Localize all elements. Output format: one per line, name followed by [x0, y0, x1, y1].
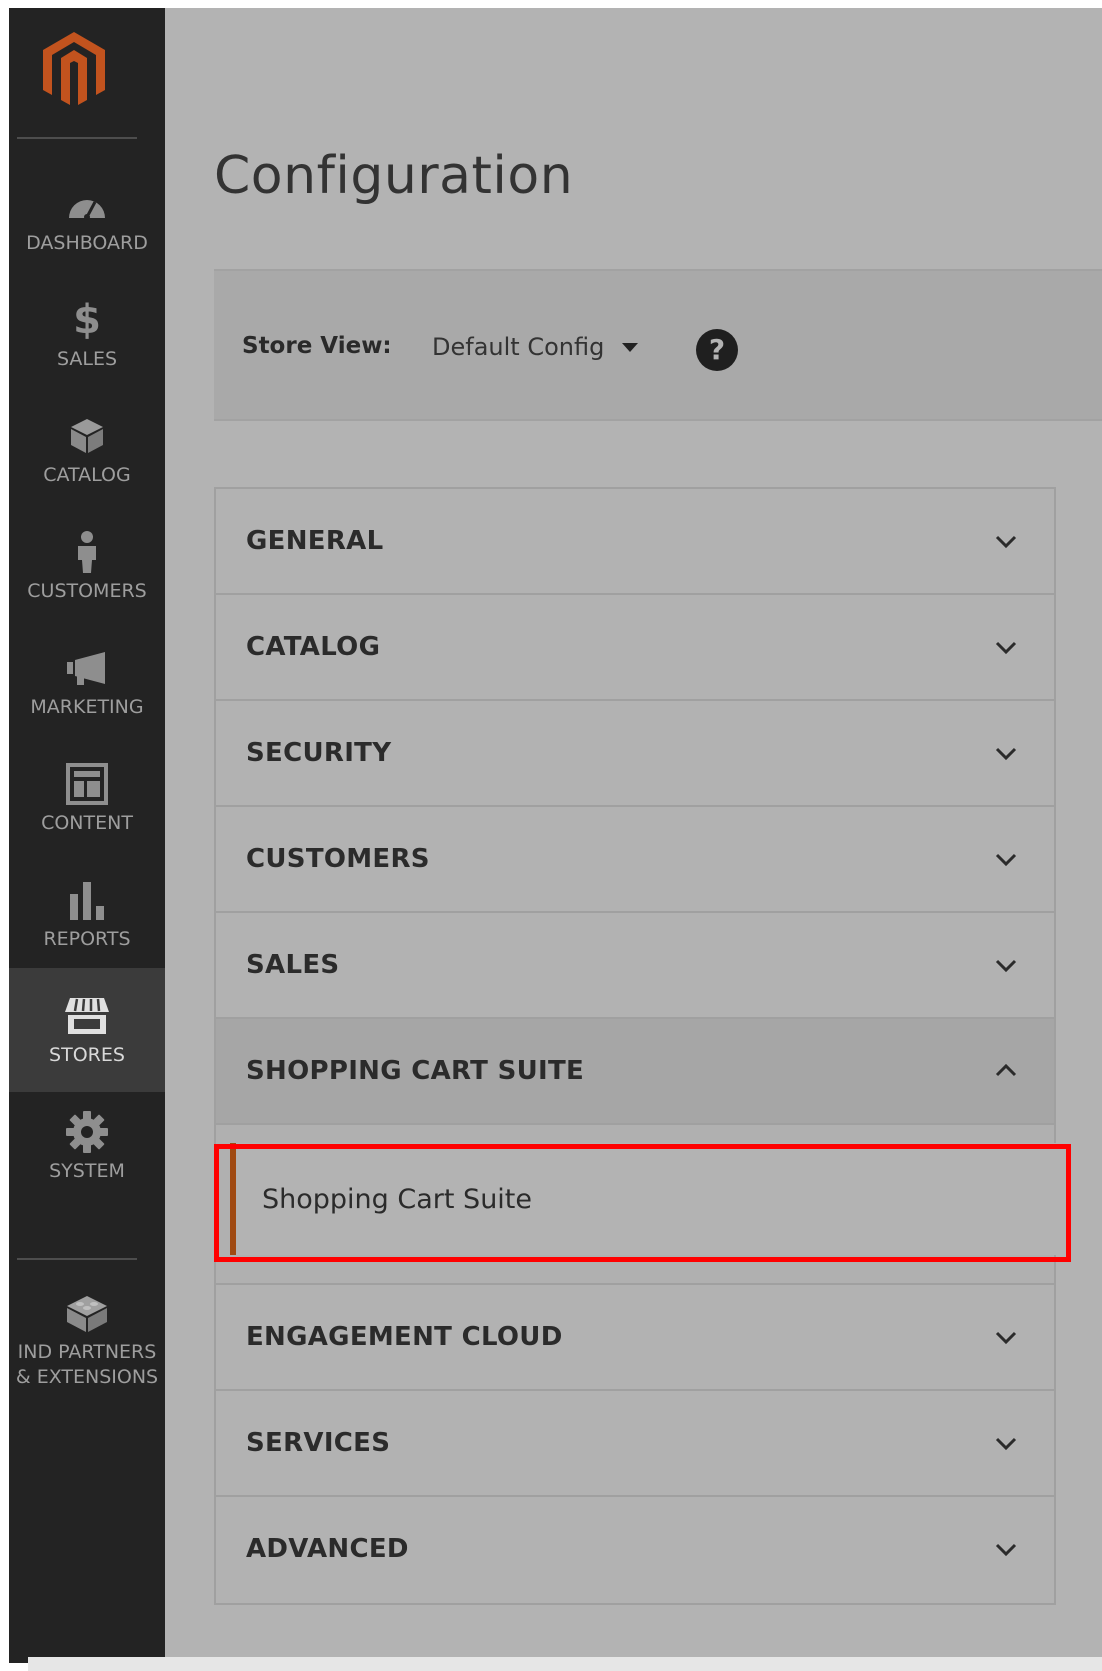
section-title: SERVICES — [246, 1428, 391, 1458]
box-icon — [64, 413, 110, 459]
sidebar-divider — [17, 137, 137, 139]
section-security[interactable]: SECURITY — [216, 701, 1054, 807]
store-view-bar: Store View: Default Config ? — [214, 269, 1102, 421]
sidebar-item-catalog[interactable]: CATALOG — [9, 388, 165, 512]
section-title: CATALOG — [246, 632, 381, 662]
section-title: CUSTOMERS — [246, 844, 430, 874]
blocks-icon — [64, 1290, 110, 1336]
chevron-down-icon — [995, 1331, 1017, 1345]
sidebar-item-label: CUSTOMERS — [27, 579, 147, 602]
section-general[interactable]: GENERAL — [216, 489, 1054, 595]
chevron-down-icon — [995, 535, 1017, 549]
chevron-down-icon — [995, 641, 1017, 655]
help-icon[interactable]: ? — [696, 329, 738, 371]
sidebar-item-reports[interactable]: REPORTS — [9, 852, 165, 976]
sidebar-item-label: SALES — [56, 347, 118, 370]
sidebar-item-label: STORES — [49, 1043, 125, 1066]
chevron-down-icon — [995, 959, 1017, 973]
config-link-shopping-cart-suite[interactable]: Shopping Cart Suite — [230, 1143, 1056, 1255]
section-customers[interactable]: CUSTOMERS — [216, 807, 1054, 913]
magento-logo-icon[interactable] — [39, 30, 109, 110]
sidebar-item-system[interactable]: SYSTEM — [9, 1084, 165, 1208]
caret-down-icon — [622, 342, 639, 352]
section-title: SHOPPING CART SUITE — [246, 1056, 585, 1086]
chevron-down-icon — [995, 747, 1017, 761]
section-shopping-cart-suite-items: Shopping Cart Suite — [216, 1125, 1056, 1285]
chevron-down-icon — [995, 853, 1017, 867]
layout-icon — [64, 761, 110, 807]
sidebar-item-label: REPORTS — [43, 927, 131, 950]
admin-frame: DASHBOARD $ SALES CATALOG CUSTOMERS MARK… — [9, 8, 1102, 1663]
dollar-icon: $ — [73, 296, 101, 343]
bottom-scroll-strip — [28, 1657, 1102, 1671]
sidebar-item-label: CATALOG — [43, 463, 131, 486]
chevron-down-icon — [995, 1437, 1017, 1451]
config-sections-list: GENERAL CATALOG SECURITY CUSTOMERS SALES… — [214, 487, 1056, 1605]
section-title: ADVANCED — [246, 1534, 409, 1564]
section-title: GENERAL — [246, 526, 384, 556]
sidebar-divider — [17, 1258, 137, 1260]
sidebar-item-label: MARKETING — [30, 695, 144, 718]
sidebar-item-sales[interactable]: $ SALES — [9, 272, 165, 396]
person-icon — [64, 529, 110, 575]
store-view-dropdown[interactable]: Default Config — [432, 329, 639, 365]
gear-icon — [64, 1109, 110, 1155]
section-sales[interactable]: SALES — [216, 913, 1054, 1019]
sidebar-item-dashboard[interactable]: DASHBOARD — [9, 156, 165, 280]
sidebar-item-label: CONTENT — [41, 811, 133, 834]
store-view-label: Store View: — [242, 333, 392, 359]
section-title: ENGAGEMENT CLOUD — [246, 1322, 563, 1352]
store-view-value: Default Config — [432, 333, 605, 361]
section-title: SALES — [246, 950, 340, 980]
section-title: SECURITY — [246, 738, 392, 768]
chevron-down-icon — [995, 1543, 1017, 1557]
storefront-icon — [64, 993, 110, 1039]
sidebar-item-label: DASHBOARD — [26, 231, 148, 254]
section-shopping-cart-suite[interactable]: SHOPPING CART SUITE — [216, 1019, 1054, 1125]
dashboard-icon — [64, 181, 110, 227]
sidebar-item-label: IND PARTNERS & EXTENSIONS — [15, 1341, 159, 1388]
sidebar-item-marketing[interactable]: MARKETING — [9, 620, 165, 744]
bar-chart-icon — [64, 877, 110, 923]
section-advanced[interactable]: ADVANCED — [216, 1497, 1054, 1603]
sidebar-item-customers[interactable]: CUSTOMERS — [9, 504, 165, 628]
config-link-label: Shopping Cart Suite — [262, 1183, 532, 1215]
sidebar-item-partners-extensions[interactable]: IND PARTNERS & EXTENSIONS — [9, 1270, 165, 1410]
chevron-up-icon — [995, 1063, 1017, 1077]
sidebar-item-content[interactable]: CONTENT — [9, 736, 165, 860]
page-title: Configuration — [214, 146, 574, 206]
section-catalog[interactable]: CATALOG — [216, 595, 1054, 701]
sidebar-item-stores[interactable]: STORES — [9, 968, 165, 1092]
sidebar-item-label: SYSTEM — [49, 1159, 125, 1182]
section-services[interactable]: SERVICES — [216, 1391, 1054, 1497]
section-engagement-cloud[interactable]: ENGAGEMENT CLOUD — [216, 1285, 1054, 1391]
megaphone-icon — [64, 645, 110, 691]
admin-sidebar: DASHBOARD $ SALES CATALOG CUSTOMERS MARK… — [9, 8, 165, 1663]
